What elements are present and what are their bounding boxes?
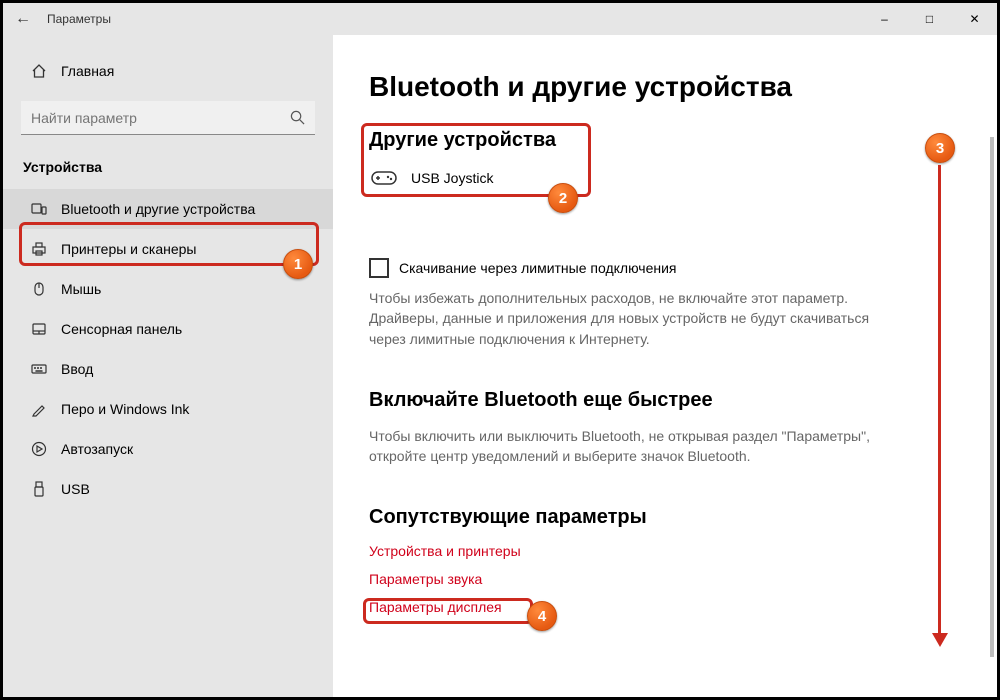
sidebar-item-label: Мышь: [61, 281, 101, 297]
scrollbar[interactable]: [990, 137, 994, 657]
link-display-settings[interactable]: Параметры дисплея: [369, 599, 961, 615]
sidebar-item-label: Ввод: [61, 361, 93, 377]
search-box[interactable]: [21, 101, 315, 135]
sidebar-item-label: Сенсорная панель: [61, 321, 182, 337]
sidebar-item-touchpad[interactable]: Сенсорная панель: [3, 309, 333, 349]
maximize-button[interactable]: □: [907, 3, 952, 35]
metered-help-text: Чтобы избежать дополнительных расходов, …: [369, 288, 879, 349]
minimize-button[interactable]: –: [862, 3, 907, 35]
link-sound-settings[interactable]: Параметры звука: [369, 571, 961, 587]
close-button[interactable]: ✕: [952, 3, 997, 35]
sidebar-item-typing[interactable]: Ввод: [3, 349, 333, 389]
autoplay-icon: [31, 441, 47, 457]
sidebar-item-pen[interactable]: Перо и Windows Ink: [3, 389, 333, 429]
devices-icon: [31, 201, 47, 217]
main-content: Bluetooth и другие устройства Другие уст…: [333, 35, 997, 697]
other-devices-heading: Другие устройства: [369, 129, 961, 152]
related-heading: Сопутствующие параметры: [369, 506, 961, 529]
sidebar-item-label: Принтеры и сканеры: [61, 241, 196, 257]
sidebar-item-label: Автозапуск: [61, 441, 133, 457]
faster-help-text: Чтобы включить или выключить Bluetooth, …: [369, 426, 879, 467]
link-devices-printers[interactable]: Устройства и принтеры: [369, 543, 961, 559]
sidebar-item-mouse[interactable]: Мышь: [3, 269, 333, 309]
metered-checkbox-label: Скачивание через лимитные подключения: [399, 260, 676, 276]
usb-icon: [31, 481, 47, 497]
checkbox-icon[interactable]: [369, 258, 389, 278]
keyboard-icon: [31, 361, 47, 377]
gamepad-icon: [371, 168, 397, 188]
home-label: Главная: [61, 63, 114, 79]
faster-bluetooth-heading: Включайте Bluetooth еще быстрее: [369, 389, 961, 412]
sidebar-item-label: Bluetooth и другие устройства: [61, 201, 255, 217]
device-row[interactable]: USB Joystick: [369, 166, 961, 198]
sidebar-group-title: Устройства: [3, 153, 333, 189]
search-input[interactable]: [21, 101, 315, 135]
touchpad-icon: [31, 321, 47, 337]
titlebar: ← Параметры – □ ✕: [3, 3, 997, 35]
pen-icon: [31, 401, 47, 417]
sidebar-item-label: USB: [61, 481, 90, 497]
sidebar-item-autoplay[interactable]: Автозапуск: [3, 429, 333, 469]
back-button[interactable]: ←: [3, 10, 43, 28]
metered-checkbox-row[interactable]: Скачивание через лимитные подключения: [369, 258, 961, 278]
home-nav[interactable]: Главная: [3, 55, 333, 87]
window-title: Параметры: [43, 12, 111, 26]
sidebar-item-label: Перо и Windows Ink: [61, 401, 189, 417]
sidebar: Главная Устройства Bluetooth и другие ус…: [3, 35, 333, 697]
sidebar-item-usb[interactable]: USB: [3, 469, 333, 509]
sidebar-item-bluetooth[interactable]: Bluetooth и другие устройства: [3, 189, 333, 229]
page-title: Bluetooth и другие устройства: [369, 71, 961, 103]
home-icon: [31, 63, 47, 79]
printer-icon: [31, 241, 47, 257]
sidebar-item-printers[interactable]: Принтеры и сканеры: [3, 229, 333, 269]
search-icon: [290, 110, 305, 130]
device-name: USB Joystick: [411, 170, 493, 186]
mouse-icon: [31, 281, 47, 297]
